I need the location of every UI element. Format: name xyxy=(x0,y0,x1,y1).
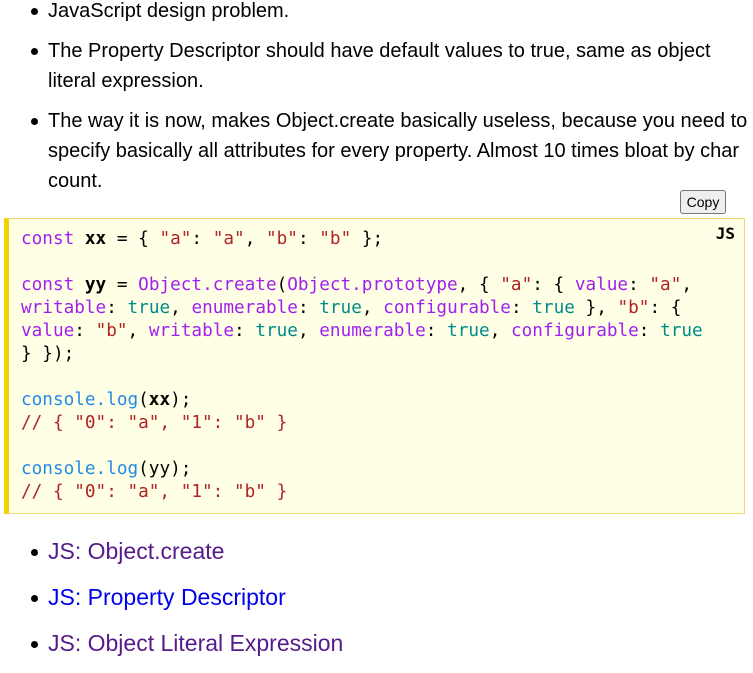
object-prototype-ref: Object.prototype xyxy=(287,275,458,295)
list-item: The Property Descriptor should have defa… xyxy=(0,36,753,96)
prop-configurable: configurable xyxy=(511,321,639,341)
prop-writable: writable xyxy=(21,298,107,318)
keyword-const: const xyxy=(21,229,75,249)
code-comment: // { "0": "a", "1": "b" } xyxy=(21,413,288,433)
copy-button[interactable]: Copy xyxy=(680,190,726,214)
prop-enumerable: enumerable xyxy=(191,298,298,318)
keyword-const: const xyxy=(21,275,75,295)
bool-true: true xyxy=(447,321,490,341)
variable-yy: yy xyxy=(84,275,107,295)
bool-true: true xyxy=(255,321,298,341)
bool-true: true xyxy=(319,298,362,318)
code-content: const xx = { "a": "a", "b": "b" }; const… xyxy=(21,229,703,502)
console-log-call: console.log xyxy=(21,459,139,479)
link-object-create[interactable]: JS: Object.create xyxy=(48,538,224,564)
object-create-call: Object.create xyxy=(138,275,277,295)
list-item: JavaScript design problem. xyxy=(0,0,753,26)
list-item-text: The Property Descriptor should have defa… xyxy=(48,40,711,92)
code-language-badge: JS xyxy=(715,224,735,243)
code-comment: // { "0": "a", "1": "b" } xyxy=(21,482,288,502)
string-literal: "a" xyxy=(159,229,192,249)
prop-enumerable: enumerable xyxy=(319,321,426,341)
variable-xx: xx xyxy=(148,390,171,410)
variable-yy: yy xyxy=(148,459,171,479)
string-literal: "b" xyxy=(95,321,128,341)
string-literal: "b" xyxy=(266,229,298,249)
bool-true: true xyxy=(532,298,575,318)
intro-bullet-list: JavaScript design problem. The Property … xyxy=(0,0,753,206)
console-log-call: console.log xyxy=(21,390,139,410)
code-block: JS const xx = { "a": "a", "b": "b" }; co… xyxy=(4,218,745,514)
prop-value: value xyxy=(21,321,75,341)
link-object-literal-expression[interactable]: JS: Object Literal Expression xyxy=(48,630,343,656)
related-links-list: JS: Object.create JS: Property Descripto… xyxy=(0,535,753,673)
string-literal: "a" xyxy=(500,275,533,295)
link-property-descriptor[interactable]: JS: Property Descriptor xyxy=(48,584,286,610)
prop-value: value xyxy=(574,275,629,295)
bool-true: true xyxy=(660,321,703,341)
string-literal: "b" xyxy=(617,298,650,318)
string-literal: "a" xyxy=(212,229,245,249)
string-literal: "a" xyxy=(649,275,682,295)
list-item-text: JavaScript design problem. xyxy=(48,0,290,22)
list-item: JS: Property Descriptor xyxy=(0,581,753,613)
bool-true: true xyxy=(127,298,171,318)
prop-configurable: configurable xyxy=(383,298,511,318)
list-item: JS: Object.create xyxy=(0,535,753,567)
string-literal: "b" xyxy=(319,229,352,249)
prop-writable: writable xyxy=(148,321,235,341)
list-item: JS: Object Literal Expression xyxy=(0,627,753,659)
list-item: The way it is now, makes Object.create b… xyxy=(0,106,753,196)
list-item-text: The way it is now, makes Object.create b… xyxy=(48,110,748,192)
variable-xx: xx xyxy=(84,229,107,249)
